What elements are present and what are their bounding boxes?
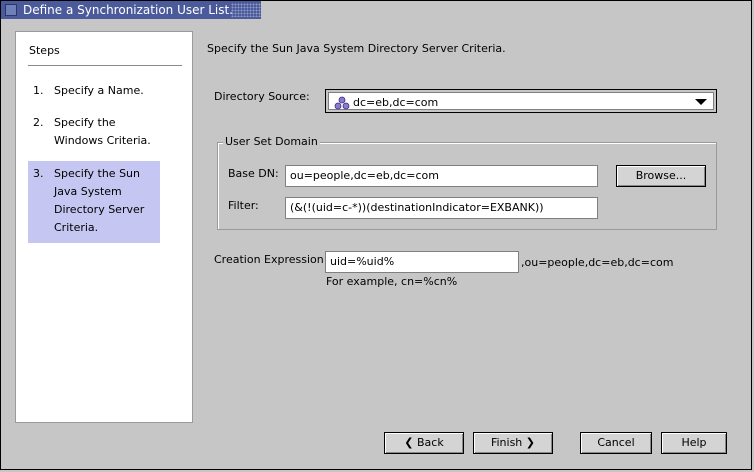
directory-server-icon bbox=[334, 96, 350, 110]
cancel-button[interactable]: Cancel bbox=[580, 432, 652, 454]
title-bar[interactable]: Define a Synchronization User List. bbox=[1, 1, 261, 19]
step-number: 2. bbox=[33, 116, 44, 129]
filter-field[interactable]: (&(!(uid=c-*))(destinationIndicator=EXBA… bbox=[285, 197, 598, 219]
step-label: Specify a Name. bbox=[54, 84, 144, 97]
creation-expression-label: Creation Expression: bbox=[214, 253, 328, 266]
chevron-down-icon[interactable] bbox=[695, 99, 707, 105]
page-title: Specify the Sun Java System Directory Se… bbox=[207, 42, 506, 55]
creation-expression-field[interactable]: uid=%uid% bbox=[325, 251, 519, 273]
browse-button[interactable]: Browse... bbox=[616, 165, 706, 187]
step-item-1: 1. Specify a Name. bbox=[28, 82, 160, 100]
step-item-2: 2. Specify the Windows Criteria. bbox=[28, 114, 160, 150]
base-dn-field[interactable]: ou=people,dc=eb,dc=com bbox=[285, 165, 598, 187]
wizard-window: Define a Synchronization User List. Step… bbox=[0, 0, 752, 470]
steps-divider bbox=[28, 65, 182, 66]
step-label: Specify the Windows Criteria. bbox=[54, 116, 151, 147]
creation-expression-hint: For example, cn=%cn% bbox=[326, 275, 458, 288]
chevron-right-icon: ❯ bbox=[525, 436, 536, 449]
directory-source-select[interactable]: dc=eb,dc=com bbox=[325, 89, 717, 113]
back-button-label: Back bbox=[417, 436, 444, 449]
step-item-3: 3. Specify the Sun Java System Directory… bbox=[28, 161, 160, 243]
creation-expression-suffix: ,ou=people,dc=eb,dc=com bbox=[521, 256, 674, 269]
directory-source-value: dc=eb,dc=com bbox=[353, 96, 439, 109]
window-title: Define a Synchronization User List. bbox=[23, 3, 234, 17]
directory-source-label: Directory Source: bbox=[214, 90, 310, 103]
steps-title: Steps bbox=[29, 44, 60, 57]
title-grip bbox=[231, 3, 261, 17]
step-number: 3. bbox=[33, 167, 44, 180]
steps-panel: Steps 1. Specify a Name. 2. Specify the … bbox=[15, 31, 193, 423]
step-number: 1. bbox=[33, 84, 44, 97]
user-set-domain-title: User Set Domain bbox=[223, 135, 320, 148]
step-label: Specify the Sun Java System Directory Se… bbox=[54, 167, 145, 234]
chevron-left-icon: ❮ bbox=[404, 436, 414, 449]
base-dn-label: Base DN: bbox=[228, 167, 279, 180]
help-button[interactable]: Help bbox=[661, 432, 727, 454]
window-icon bbox=[5, 4, 17, 16]
finish-button[interactable]: Finish ❯ bbox=[473, 432, 553, 454]
filter-label: Filter: bbox=[228, 199, 259, 212]
finish-button-label: Finish bbox=[490, 436, 523, 449]
back-button[interactable]: ❮ Back bbox=[384, 432, 464, 454]
